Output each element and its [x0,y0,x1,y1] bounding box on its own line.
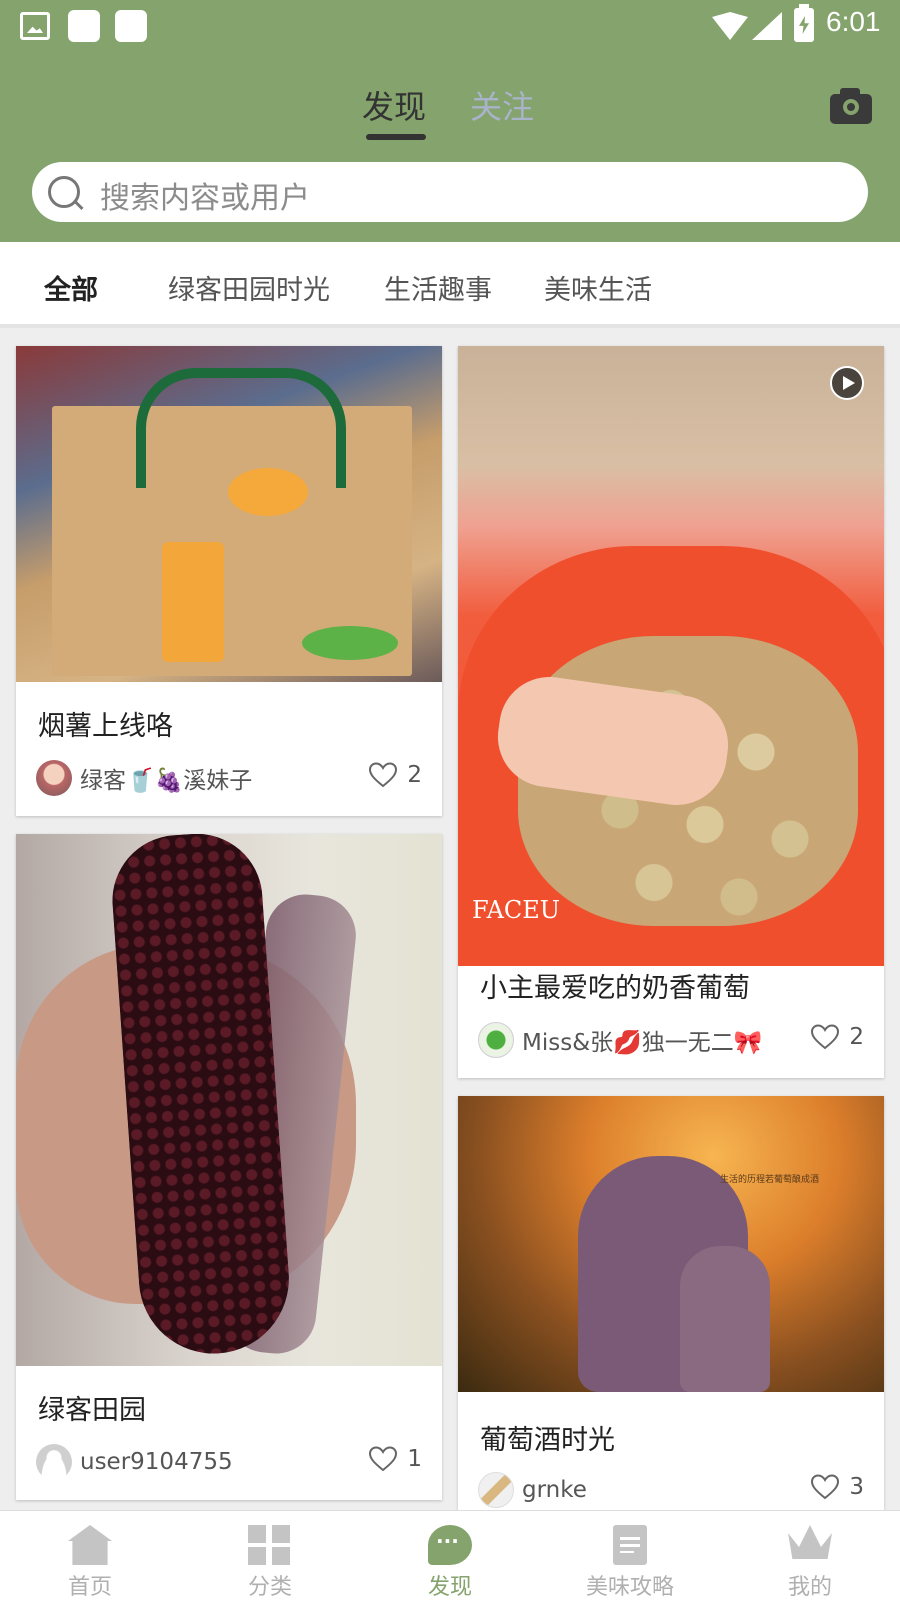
author-name: user9104755 [80,1449,233,1475]
like-count: 3 [849,1474,864,1500]
post-photo[interactable] [16,834,442,1366]
nav-label: 我的 [787,1575,832,1600]
like-button[interactable]: 1 [369,1446,422,1472]
grid-icon [248,1525,292,1565]
post-card[interactable]: 烟薯上线咯 绿客🥤🍇溪妹子 2 [16,346,442,816]
post-author[interactable]: grnke [478,1472,587,1508]
heart-icon [811,1474,840,1500]
app-header: 6:01 发现 关注 搜索内容或用户 [0,0,900,242]
search-icon [46,174,86,214]
tab-follow[interactable]: 关注 [470,82,534,128]
post-title: 小主最爱吃的奶香葡萄 [480,973,750,1004]
heart-icon [369,1446,398,1472]
heart-icon [369,762,398,788]
like-button[interactable]: 2 [811,1024,864,1050]
crown-icon [788,1525,832,1559]
nav-label: 分类 [247,1575,292,1600]
post-title: 绿客田园 [38,1395,146,1426]
category-bar: 全部 绿客田园时光 生活趣事 美味生活 [0,242,900,328]
photo-caption: 生活的历程若葡萄酿成酒 [720,1175,820,1185]
heart-icon [811,1024,840,1050]
category-garden-time[interactable]: 绿客田园时光 [168,268,330,307]
signal-icon [752,12,782,40]
home-icon [68,1525,112,1565]
status-time: 6:01 [826,6,881,37]
post-author[interactable]: Miss&张💋独一无二🎀 [478,1022,762,1058]
nav-recipes[interactable]: 美味攻略 [540,1511,720,1600]
bottom-nav: 首页 分类 发现 美味攻略 我的 [0,1510,900,1600]
status-bar: 6:01 [0,0,900,50]
like-button[interactable]: 2 [369,762,422,788]
nav-home[interactable]: 首页 [0,1511,180,1600]
gallery-notification-icon [20,12,50,40]
active-tab-indicator [366,134,426,140]
nav-label: 美味攻略 [585,1575,674,1600]
like-count: 2 [849,1024,864,1050]
post-card[interactable]: 绿客田园 user9104755 1 [16,834,442,1500]
post-card[interactable]: 生活的历程若葡萄酿成酒 葡萄酒时光 grnke 3 [458,1096,884,1510]
post-title: 葡萄酒时光 [480,1425,615,1456]
like-button[interactable]: 3 [811,1474,864,1500]
avatar [36,1444,72,1480]
avatar [478,1472,514,1508]
search-bar[interactable]: 搜索内容或用户 [32,162,868,222]
like-count: 2 [407,762,422,788]
post-title: 烟薯上线咯 [38,711,173,742]
post-photo[interactable]: 生活的历程若葡萄酿成酒 [458,1096,884,1392]
author-name: grnke [522,1477,587,1503]
battery-charging-icon [794,4,814,42]
like-count: 1 [407,1446,422,1472]
category-all[interactable]: 全部 [44,268,98,307]
post-photo[interactable] [16,346,442,682]
author-name: Miss&张💋独一无二🎀 [522,1030,763,1056]
avatar [478,1022,514,1058]
category-life-fun[interactable]: 生活趣事 [384,268,492,307]
post-card[interactable]: FACEU 小主最爱吃的奶香葡萄 Miss&张💋独一无二🎀 2 [458,346,884,1078]
app-notification-icon [115,10,147,42]
nav-category[interactable]: 分类 [180,1511,360,1600]
chat-icon [428,1525,472,1565]
category-tasty-life[interactable]: 美味生活 [544,268,652,307]
camera-icon[interactable] [830,86,872,124]
tab-discover[interactable]: 发现 [362,82,426,128]
document-icon [613,1525,647,1565]
post-author[interactable]: user9104755 [36,1444,233,1480]
avatar [36,760,72,796]
nav-label: 发现 [427,1575,472,1600]
post-author[interactable]: 绿客🥤🍇溪妹子 [36,760,252,796]
search-placeholder: 搜索内容或用户 [100,181,310,216]
nav-label: 首页 [67,1575,112,1600]
nav-discover[interactable]: 发现 [360,1511,540,1600]
wifi-icon [712,12,748,40]
play-icon[interactable] [830,366,864,400]
post-photo[interactable]: FACEU [458,346,884,966]
nav-mine[interactable]: 我的 [720,1511,900,1600]
app-notification-icon [68,10,100,42]
photo-watermark: FACEU [472,896,561,924]
author-name: 绿客🥤🍇溪妹子 [80,768,253,794]
